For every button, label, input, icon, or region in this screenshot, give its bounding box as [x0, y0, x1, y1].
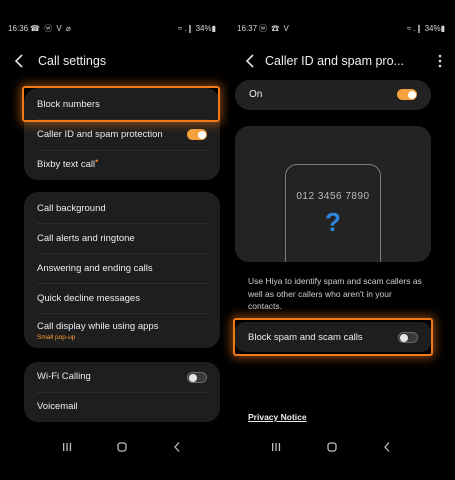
row-label: Bixby text call• [37, 156, 99, 170]
status-right-icons: ≈ .❙ 34%▮ [177, 24, 216, 33]
row-caller-id[interactable]: Caller ID and spam protection [24, 120, 220, 150]
row-call-display[interactable]: Call display while using apps Small pop-… [24, 312, 220, 346]
row-call-background[interactable]: Call background [24, 194, 220, 224]
row-sublabel: Small pop-up [37, 334, 76, 341]
status-bar: 16:36 ☎ ⓦ V ⌀ ≈ .❙ 34%▮ [0, 22, 226, 36]
call-settings-screen: 16:36 ☎ ⓦ V ⌀ ≈ .❙ 34%▮ Call settings Bl… [0, 0, 226, 480]
master-switch-label: On [249, 89, 263, 100]
navigation-bar [229, 440, 455, 454]
row-answering-ending[interactable]: Answering and ending calls [24, 254, 220, 284]
new-badge: • [95, 156, 99, 166]
row-label: Voicemail [37, 401, 78, 412]
app-bar: Caller ID and spam pro... [229, 50, 455, 74]
status-bar: 16:37 ⓦ ☎ V ≈ .❙ 34%▮ [229, 22, 455, 36]
master-toggle[interactable] [397, 89, 417, 100]
row-wifi-calling[interactable]: Wi-Fi Calling [24, 362, 220, 392]
back-arrow-icon[interactable] [243, 52, 259, 70]
caller-id-preview: 012 3456 7890 ? [235, 126, 431, 262]
notification-icons: ⓦ ☎ V [259, 24, 290, 33]
page-title: Call settings [38, 54, 107, 68]
home-icon[interactable] [115, 440, 129, 454]
row-label: Call alerts and ringtone [37, 233, 135, 244]
row-label: Wi-Fi Calling [37, 371, 91, 382]
recent-apps-icon[interactable] [60, 440, 74, 454]
nav-back-icon[interactable] [380, 440, 394, 454]
settings-group-2: Call background Call alerts and ringtone… [24, 192, 220, 348]
status-time: 16:36 [8, 24, 29, 33]
row-label: Caller ID and spam protection [37, 129, 163, 140]
phone-illustration: 012 3456 7890 ? [285, 164, 381, 262]
page-title: Caller ID and spam pro... [265, 54, 404, 68]
notification-icons: ☎ ⓦ V ⌀ [30, 24, 72, 33]
row-label-text: Bixby text call [37, 159, 96, 170]
description-text: Use Hiya to identify spam and scam calle… [248, 276, 422, 311]
preview-number: 012 3456 7890 [296, 191, 370, 202]
highlight-block-numbers [22, 86, 220, 122]
row-label: Call display while using apps [37, 321, 159, 332]
back-arrow-icon[interactable] [12, 52, 28, 70]
app-bar: Call settings [0, 50, 226, 74]
status-right-icons: ≈ .❙ 34%▮ [406, 24, 445, 33]
caller-id-screen: 16:37 ⓦ ☎ V ≈ .❙ 34%▮ Caller ID and spam… [229, 0, 455, 480]
row-label: Answering and ending calls [37, 263, 153, 274]
row-bixby-text-call[interactable]: Bixby text call• [24, 150, 220, 180]
row-label: Quick decline messages [37, 293, 140, 304]
master-switch-row[interactable]: On [235, 80, 431, 110]
row-call-alerts[interactable]: Call alerts and ringtone [24, 224, 220, 254]
home-icon[interactable] [325, 440, 339, 454]
privacy-notice-link[interactable]: Privacy Notice [248, 412, 307, 422]
more-vertical-icon[interactable] [435, 52, 445, 70]
highlight-block-spam [233, 318, 433, 356]
status-time: 16:37 [237, 24, 258, 33]
caller-id-toggle[interactable] [187, 129, 207, 140]
navigation-bar [0, 440, 226, 454]
row-voicemail[interactable]: Voicemail [24, 392, 220, 422]
nav-back-icon[interactable] [170, 440, 184, 454]
settings-group-3: Wi-Fi Calling Voicemail [24, 362, 220, 422]
question-icon: ? [325, 207, 341, 237]
wifi-calling-toggle[interactable] [187, 372, 207, 383]
row-quick-decline[interactable]: Quick decline messages [24, 284, 220, 314]
row-label: Call background [37, 203, 106, 214]
recent-apps-icon[interactable] [269, 440, 283, 454]
